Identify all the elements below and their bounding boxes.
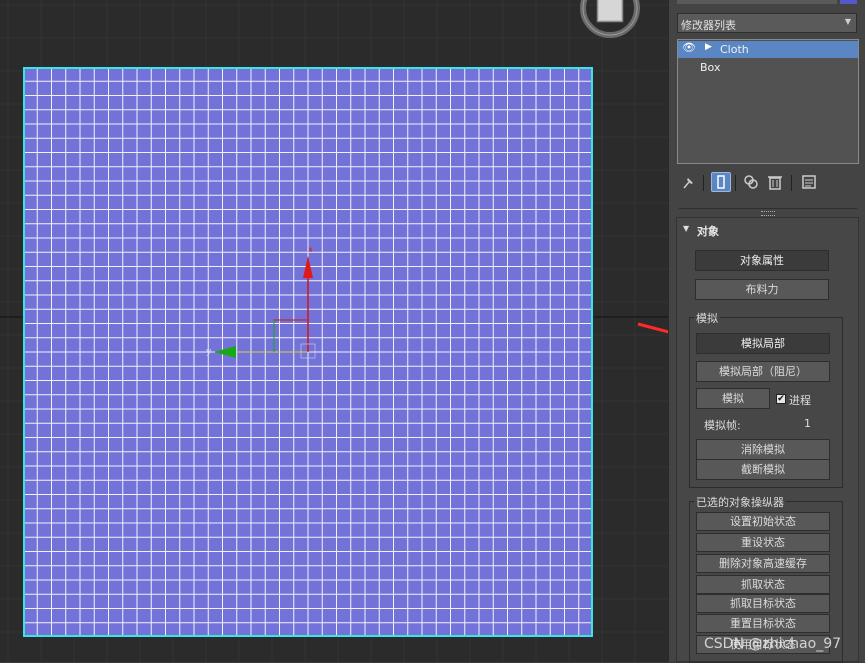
object-name-field[interactable] bbox=[677, 0, 837, 4]
grab-target-state-button[interactable]: 抓取目标状态 bbox=[696, 594, 830, 613]
sim-frame-value: 1 bbox=[804, 417, 811, 430]
expand-triangle-icon[interactable]: ▶ bbox=[705, 42, 712, 52]
object-properties-button[interactable]: 对象属性 bbox=[695, 250, 829, 271]
stack-item-box[interactable]: Box bbox=[678, 59, 858, 76]
sim-frame-label: 模拟帧: bbox=[704, 419, 741, 432]
truncate-simulation-button[interactable]: 截断模拟 bbox=[696, 459, 830, 480]
reset-target-state-button[interactable]: 重置目标状态 bbox=[696, 614, 830, 633]
svg-text:y: y bbox=[206, 347, 212, 357]
viewport[interactable]: x y bbox=[0, 0, 668, 662]
modifier-list-dropdown[interactable]: 修改器列表 ▼ bbox=[677, 13, 857, 33]
toolbar-divider bbox=[703, 175, 704, 191]
configure-modifier-sets-icon[interactable] bbox=[799, 172, 819, 192]
pin-stack-icon[interactable] bbox=[679, 172, 699, 192]
modifier-stack[interactable]: 👁 ▶ Cloth Box bbox=[677, 39, 859, 164]
show-end-result-icon[interactable] bbox=[711, 172, 731, 192]
erase-simulation-button[interactable]: 消除模拟 bbox=[696, 439, 830, 460]
rollout-grip-icon[interactable] bbox=[761, 211, 775, 216]
svg-text:x: x bbox=[308, 245, 313, 254]
annotation-arrow bbox=[637, 322, 668, 334]
simulate-local-damped-button[interactable]: 模拟局部（阻尼） bbox=[696, 361, 830, 382]
stack-toolbar bbox=[677, 172, 859, 194]
divider bbox=[679, 208, 857, 209]
toolbar-divider bbox=[791, 175, 792, 191]
modifier-list-label: 修改器列表 bbox=[681, 19, 736, 32]
group-title: 模拟 bbox=[694, 310, 720, 326]
simulate-button[interactable]: 模拟 bbox=[696, 388, 770, 409]
simulation-group: 模拟 模拟局部 模拟局部（阻尼） 模拟 ✔ 进程 模拟帧: 1 消除模拟 截断模… bbox=[689, 310, 843, 488]
simulate-local-button[interactable]: 模拟局部 bbox=[696, 333, 830, 354]
collapse-triangle-icon[interactable]: ▼ bbox=[683, 224, 689, 233]
reset-state-button[interactable]: 重设状态 bbox=[696, 533, 830, 552]
object-color-swatch[interactable] bbox=[840, 0, 857, 4]
progress-checkbox[interactable]: ✔ bbox=[776, 394, 786, 404]
delete-object-cache-button[interactable]: 删除对象高速缓存 bbox=[696, 554, 830, 573]
cloth-forces-button[interactable]: 布料力 bbox=[695, 279, 829, 300]
transform-gizmo[interactable]: x y bbox=[200, 240, 330, 370]
trash-icon[interactable] bbox=[765, 172, 785, 192]
group-title: 已选的对象操纵器 bbox=[694, 494, 786, 510]
command-panel: 修改器列表 ▼ 👁 ▶ Cloth Box ▼ 对象 对象属性 布料力 模拟 模… bbox=[668, 0, 865, 663]
object-rollout: ▼ 对象 对象属性 布料力 模拟 模拟局部 模拟局部（阻尼） 模拟 ✔ 进程 模… bbox=[676, 217, 859, 663]
stack-item-label: Box bbox=[700, 61, 721, 74]
grab-state-button[interactable]: 抓取状态 bbox=[696, 575, 830, 594]
rollout-title[interactable]: 对象 bbox=[697, 223, 719, 239]
progress-checkbox-label: 进程 bbox=[789, 394, 811, 407]
toolbar-divider bbox=[735, 175, 736, 191]
set-initial-state-button[interactable]: 设置初始状态 bbox=[696, 512, 830, 531]
eye-icon[interactable]: 👁 bbox=[682, 41, 696, 54]
watermark: CSDN @zhichao_97 bbox=[704, 636, 842, 652]
stack-item-cloth[interactable]: 👁 ▶ Cloth bbox=[678, 41, 858, 58]
make-unique-icon[interactable] bbox=[741, 172, 761, 192]
stack-item-label: Cloth bbox=[720, 43, 749, 56]
viewcube[interactable] bbox=[577, 0, 643, 44]
chevron-down-icon: ▼ bbox=[844, 17, 851, 26]
